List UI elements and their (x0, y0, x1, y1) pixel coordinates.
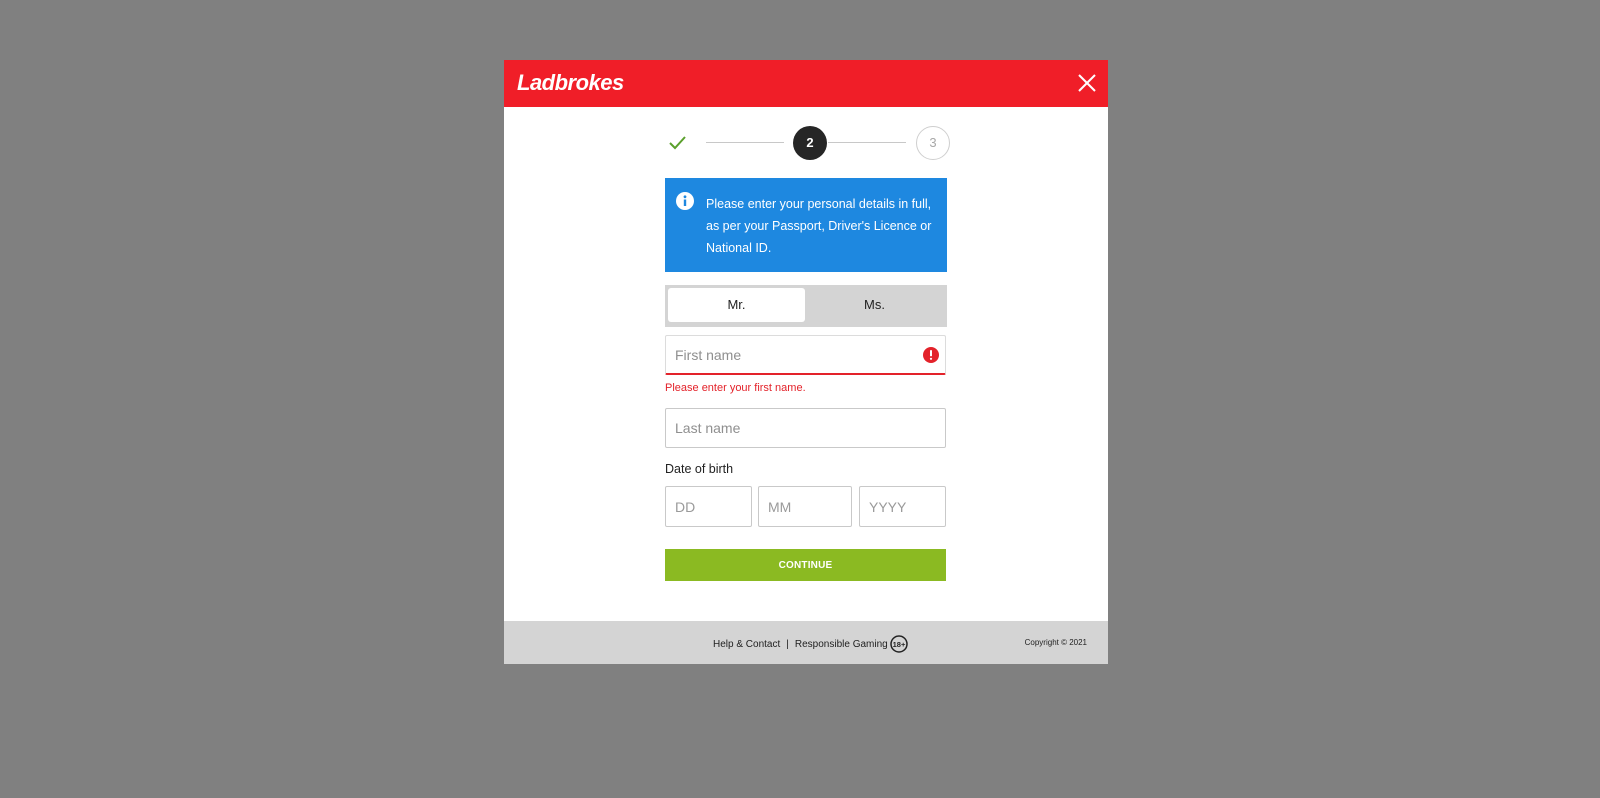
dob-day-field (665, 486, 752, 527)
info-message: Please enter your personal details in fu… (665, 178, 947, 272)
step-1-complete (668, 134, 688, 152)
info-text: Please enter your personal details in fu… (706, 197, 932, 255)
close-button[interactable] (1076, 72, 1098, 94)
title-toggle: Mr. Ms. (665, 285, 947, 327)
info-icon (676, 192, 694, 210)
copyright-text: Copyright © 2021 (1024, 638, 1087, 647)
modal-header: Ladbrokes (504, 60, 1108, 107)
age-restriction-icon: 18+ (890, 635, 908, 653)
step-connector (828, 142, 906, 143)
continue-button[interactable]: CONTINUE (665, 549, 946, 581)
age-restriction-label: 18+ (893, 640, 906, 649)
check-icon (669, 136, 686, 150)
dob-month-field (758, 486, 852, 527)
step-2-active: 2 (793, 126, 827, 160)
first-name-error: Please enter your first name. (665, 382, 806, 394)
dob-year-input[interactable] (860, 487, 945, 526)
close-icon (1078, 74, 1096, 92)
dob-day-input[interactable] (666, 487, 751, 526)
first-name-input[interactable] (666, 336, 896, 373)
title-option-ms[interactable]: Ms. (806, 288, 943, 322)
progress-stepper: 2 3 (666, 126, 950, 160)
error-icon (923, 347, 939, 363)
responsible-gaming-link[interactable]: Responsible Gaming (795, 639, 888, 650)
last-name-field (665, 408, 946, 448)
modal-footer: Help & Contact | Responsible Gaming 18+ Co… (504, 621, 1108, 664)
last-name-input[interactable] (666, 409, 896, 447)
registration-modal: Ladbrokes 2 3 Please enter your personal… (504, 60, 1108, 664)
dob-label: Date of birth (665, 462, 734, 476)
help-contact-link[interactable]: Help & Contact (713, 639, 780, 650)
footer-links: Help & Contact | Responsible Gaming (713, 639, 888, 650)
first-name-field (665, 335, 946, 375)
title-option-mr[interactable]: Mr. (668, 288, 805, 322)
step-connector (706, 142, 784, 143)
footer-separator: | (786, 639, 789, 650)
dob-year-field (859, 486, 946, 527)
brand-logo: Ladbrokes (517, 70, 624, 95)
dob-month-input[interactable] (759, 487, 851, 526)
step-3-pending: 3 (916, 126, 950, 160)
